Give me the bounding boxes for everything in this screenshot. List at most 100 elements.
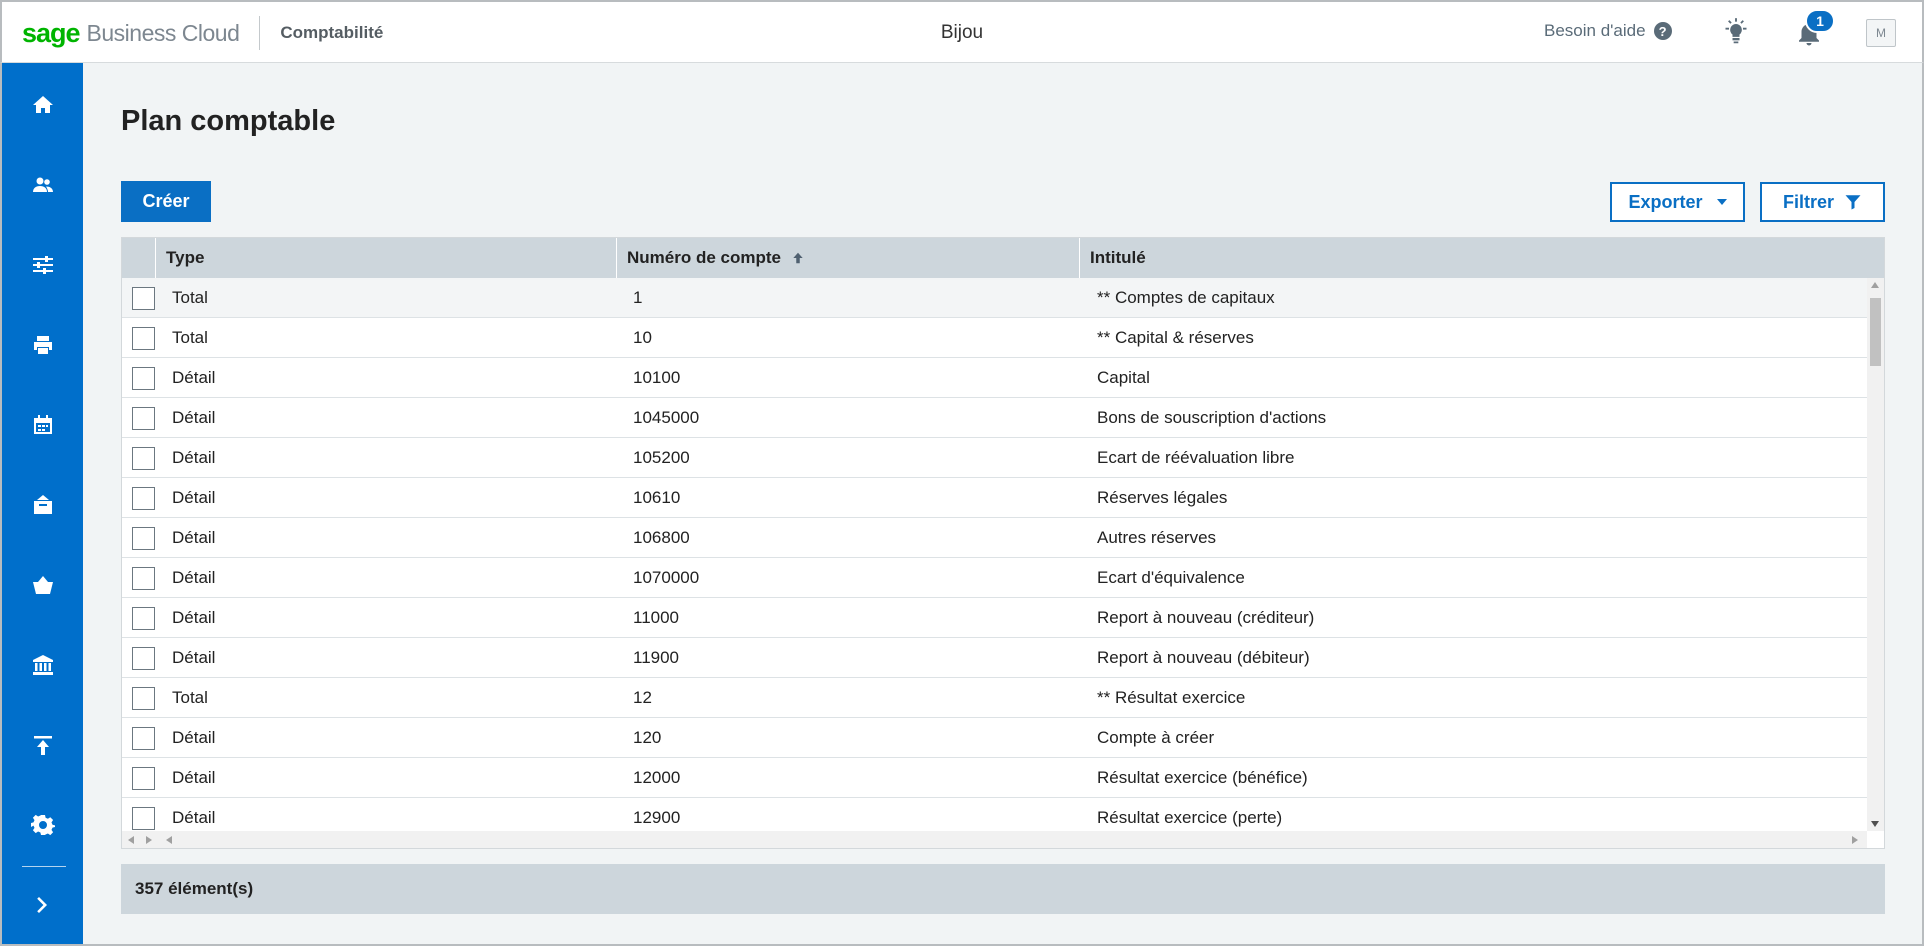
page-title: Plan comptable	[121, 105, 336, 137]
cell-label: Report à nouveau (débiteur)	[1097, 648, 1310, 667]
cell-type: Détail	[172, 768, 216, 787]
table-row[interactable]: Détail 12000 Résultat exercice (bénéfice)	[122, 758, 1867, 798]
export-button[interactable]: Exporter	[1610, 182, 1745, 222]
bank-icon	[32, 655, 53, 675]
notification-badge[interactable]: 1	[1805, 9, 1835, 33]
avatar[interactable]: M	[1866, 19, 1896, 47]
filter-button[interactable]: Filtrer	[1760, 182, 1885, 222]
scroll-up-icon[interactable]	[1871, 282, 1879, 288]
table-row[interactable]: Détail 106800 Autres réserves	[122, 518, 1867, 558]
calendar-icon	[33, 415, 52, 434]
row-checkbox[interactable]	[132, 487, 155, 510]
cell-account-number: 11900	[633, 648, 680, 667]
table-row[interactable]: Détail 120 Compte à créer	[122, 718, 1867, 758]
cell-account-number: 106800	[633, 528, 690, 547]
scroll-right-icon[interactable]	[1852, 836, 1858, 844]
sidebar-item-home[interactable]	[2, 75, 83, 135]
product-name: Comptabilité	[280, 23, 384, 42]
horizontal-scrollbar[interactable]	[162, 831, 1867, 848]
column-header-type[interactable]: Type	[155, 238, 616, 278]
cell-type: Détail	[172, 488, 216, 507]
lightbulb-icon[interactable]	[1722, 17, 1750, 45]
table-row[interactable]: Total 10 ** Capital & réserves	[122, 318, 1867, 358]
row-checkbox[interactable]	[132, 527, 155, 550]
row-checkbox[interactable]	[132, 727, 155, 750]
accounts-table: Type Numéro de compte Intitulé Total 1 ** …	[121, 237, 1885, 849]
row-checkbox[interactable]	[132, 767, 155, 790]
row-checkbox[interactable]	[132, 647, 155, 670]
sidebar-item-calendar[interactable]	[2, 395, 83, 455]
table-row[interactable]: Détail 1070000 Ecart d'équivalence	[122, 558, 1867, 598]
sidebar-item-sales[interactable]	[2, 475, 83, 535]
table-row[interactable]: Total 12 ** Résultat exercice	[122, 678, 1867, 718]
company-name[interactable]: Bijou	[941, 22, 983, 43]
row-checkbox[interactable]	[132, 807, 155, 830]
row-checkbox[interactable]	[132, 687, 155, 710]
funnel-icon	[1845, 195, 1861, 210]
brand-separator	[259, 16, 261, 50]
row-checkbox[interactable]	[132, 327, 155, 350]
cell-label: Ecart de réévaluation libre	[1097, 448, 1295, 467]
cell-type: Détail	[172, 368, 216, 387]
sidebar-expand-toggle[interactable]	[2, 875, 83, 935]
sidebar-item-settings-gear[interactable]	[2, 795, 83, 855]
table-row[interactable]: Détail 11900 Report à nouveau (débiteur)	[122, 638, 1867, 678]
export-label: Exporter	[1628, 191, 1703, 212]
sales-icon	[33, 495, 52, 514]
table-row[interactable]: Total 1 ** Comptes de capitaux	[122, 278, 1867, 318]
table-row[interactable]: Détail 11000 Report à nouveau (créditeur)	[122, 598, 1867, 638]
chevron-right-icon	[36, 897, 47, 913]
scroll-left-icon[interactable]	[166, 836, 172, 844]
sidebar-item-contacts[interactable]	[2, 155, 83, 215]
scrollbar-thumb[interactable]	[1870, 298, 1881, 366]
scroll-right-icon[interactable]	[146, 836, 152, 844]
cell-label: Résultat exercice (bénéfice)	[1097, 768, 1308, 787]
cell-type: Détail	[172, 608, 216, 627]
help-label: Besoin d'aide	[1544, 21, 1646, 40]
column-header-label[interactable]: Intitulé	[1079, 238, 1884, 278]
row-checkbox[interactable]	[132, 407, 155, 430]
cell-type: Détail	[172, 728, 216, 747]
cell-label: Résultat exercice (perte)	[1097, 808, 1283, 827]
cell-account-number: 1070000	[633, 568, 700, 587]
settings-sliders-icon	[32, 256, 53, 274]
cell-label: ** Résultat exercice	[1097, 688, 1246, 707]
sidebar-item-purchases[interactable]	[2, 555, 83, 615]
cell-type: Total	[172, 688, 208, 707]
cell-label: ** Capital & réserves	[1097, 328, 1254, 347]
sidebar-item-upload[interactable]	[2, 715, 83, 775]
cell-type: Total	[172, 288, 208, 307]
row-checkbox[interactable]	[132, 607, 155, 630]
vertical-scrollbar[interactable]	[1867, 278, 1884, 831]
cell-account-number: 12900	[633, 808, 681, 827]
sidebar-item-bank[interactable]	[2, 635, 83, 695]
create-button[interactable]: Créer	[121, 181, 211, 222]
cell-type: Détail	[172, 808, 216, 827]
frozen-column-scrollbar[interactable]	[122, 831, 162, 848]
cell-label: Report à nouveau (créditeur)	[1097, 608, 1315, 627]
brand-logo[interactable]: sage Business Cloud Comptabilité	[22, 16, 383, 50]
cell-label: ** Comptes de capitaux	[1097, 288, 1275, 307]
scroll-left-icon[interactable]	[128, 836, 134, 844]
sidebar-item-print[interactable]	[2, 315, 83, 375]
caret-down-icon	[1716, 199, 1727, 205]
row-checkbox[interactable]	[132, 447, 155, 470]
table-row[interactable]: Détail 105200 Ecart de réévaluation libre	[122, 438, 1867, 478]
help-link[interactable]: Besoin d'aide ?	[1544, 21, 1672, 41]
row-checkbox[interactable]	[132, 567, 155, 590]
table-row[interactable]: Détail 10610 Réserves légales	[122, 478, 1867, 518]
table-row[interactable]: Détail 12900 Résultat exercice (perte)	[122, 798, 1867, 831]
cell-account-number: 11000	[633, 608, 680, 627]
row-checkbox[interactable]	[132, 367, 155, 390]
table-row[interactable]: Détail 1045000 Bons de souscription d'acti…	[122, 398, 1867, 438]
cell-type: Détail	[172, 648, 216, 667]
print-icon	[33, 336, 52, 354]
column-header-account-number[interactable]: Numéro de compte	[616, 238, 1079, 278]
home-icon	[32, 96, 53, 113]
sidebar-item-settings[interactable]	[2, 235, 83, 295]
scroll-down-icon[interactable]	[1871, 821, 1879, 827]
sidebar-divider	[22, 866, 66, 867]
row-checkbox[interactable]	[132, 287, 155, 310]
table-row[interactable]: Détail 10100 Capital	[122, 358, 1867, 398]
cell-type: Détail	[172, 528, 216, 547]
